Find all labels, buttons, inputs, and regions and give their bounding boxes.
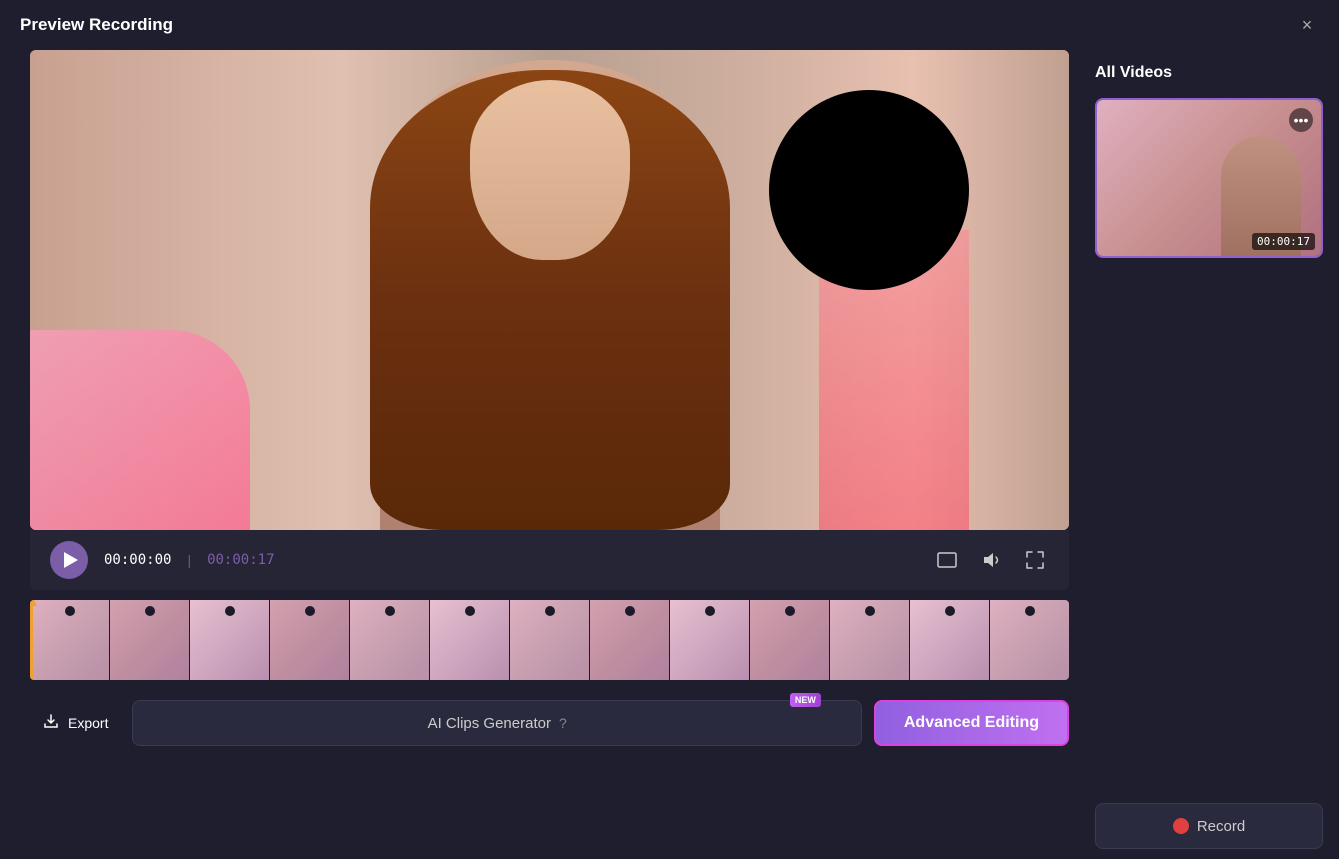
- all-videos-title: All Videos: [1095, 60, 1323, 86]
- timeline-dot: [705, 606, 715, 616]
- fullscreen-icon[interactable]: [1021, 546, 1049, 574]
- controls-bar: 00:00:00 | 00:00:17: [30, 530, 1069, 590]
- timeline-frame: [670, 600, 749, 680]
- timeline-frame: [270, 600, 349, 680]
- right-panel: All Videos ••• 00:00:17 Record: [1079, 50, 1339, 859]
- timeline-dot: [305, 606, 315, 616]
- play-button[interactable]: [50, 541, 88, 579]
- timeline-frame: [350, 600, 429, 680]
- timeline-dot: [785, 606, 795, 616]
- current-time: 00:00:00: [104, 552, 171, 568]
- timeline-dot: [945, 606, 955, 616]
- webcam-overlay: [769, 90, 969, 290]
- thumbnail-duration: 00:00:17: [1252, 233, 1315, 250]
- pink-accent-left: [30, 330, 250, 530]
- video-scene: [30, 50, 1069, 530]
- time-divider: |: [187, 552, 191, 568]
- video-preview: [30, 50, 1069, 530]
- timeline-frame: [590, 600, 669, 680]
- aspect-ratio-icon[interactable]: [933, 546, 961, 574]
- new-badge: NEW: [790, 693, 821, 707]
- ai-clips-label: AI Clips Generator: [428, 715, 551, 732]
- volume-icon[interactable]: [977, 546, 1005, 574]
- video-thumbnail-card[interactable]: ••• 00:00:17: [1095, 98, 1323, 258]
- timeline-dot: [1025, 606, 1035, 616]
- play-icon: [64, 552, 78, 568]
- close-button[interactable]: ×: [1295, 13, 1319, 37]
- main-content: 00:00:00 | 00:00:17: [0, 50, 1339, 859]
- timeline-dot: [545, 606, 555, 616]
- record-dot-icon: [1173, 818, 1189, 834]
- app-window: Preview Recording ×: [0, 0, 1339, 859]
- advanced-editing-button[interactable]: Advanced Editing: [874, 700, 1069, 746]
- timeline-dot: [385, 606, 395, 616]
- ai-clips-button[interactable]: NEW AI Clips Generator ?: [132, 700, 861, 746]
- timeline-dot: [865, 606, 875, 616]
- bottom-bar: Export NEW AI Clips Generator ? Advanced…: [30, 690, 1069, 756]
- timeline-dot: [65, 606, 75, 616]
- more-options-icon: •••: [1294, 112, 1309, 128]
- timeline-dot: [625, 606, 635, 616]
- person-face: [470, 80, 630, 260]
- thumbnail-more-button[interactable]: •••: [1289, 108, 1313, 132]
- timeline-frame: [430, 600, 509, 680]
- help-icon: ?: [559, 715, 567, 731]
- timeline-strip[interactable]: [30, 600, 1069, 680]
- timeline-marker: [30, 600, 33, 680]
- timeline-frames: [30, 600, 1069, 680]
- timeline-frame: [110, 600, 189, 680]
- timeline-frame: [190, 600, 269, 680]
- timeline-dot: [225, 606, 235, 616]
- timeline-frame: [910, 600, 989, 680]
- export-icon: [42, 712, 60, 735]
- export-label: Export: [68, 715, 108, 731]
- timeline-dot: [145, 606, 155, 616]
- timeline-frame: [750, 600, 829, 680]
- timeline-dot: [465, 606, 475, 616]
- left-panel: 00:00:00 | 00:00:17: [0, 50, 1079, 859]
- total-time: 00:00:17: [207, 552, 274, 568]
- right-panel-spacer: [1095, 270, 1323, 791]
- export-button[interactable]: Export: [30, 704, 120, 743]
- timeline-frame: [510, 600, 589, 680]
- timeline-frame: [990, 600, 1069, 680]
- advanced-editing-label: Advanced Editing: [904, 714, 1039, 732]
- title-bar: Preview Recording ×: [0, 0, 1339, 50]
- record-button[interactable]: Record: [1095, 803, 1323, 849]
- window-title: Preview Recording: [20, 15, 173, 35]
- timeline-frame: [830, 600, 909, 680]
- timeline-frame: [30, 600, 109, 680]
- record-label: Record: [1197, 818, 1245, 835]
